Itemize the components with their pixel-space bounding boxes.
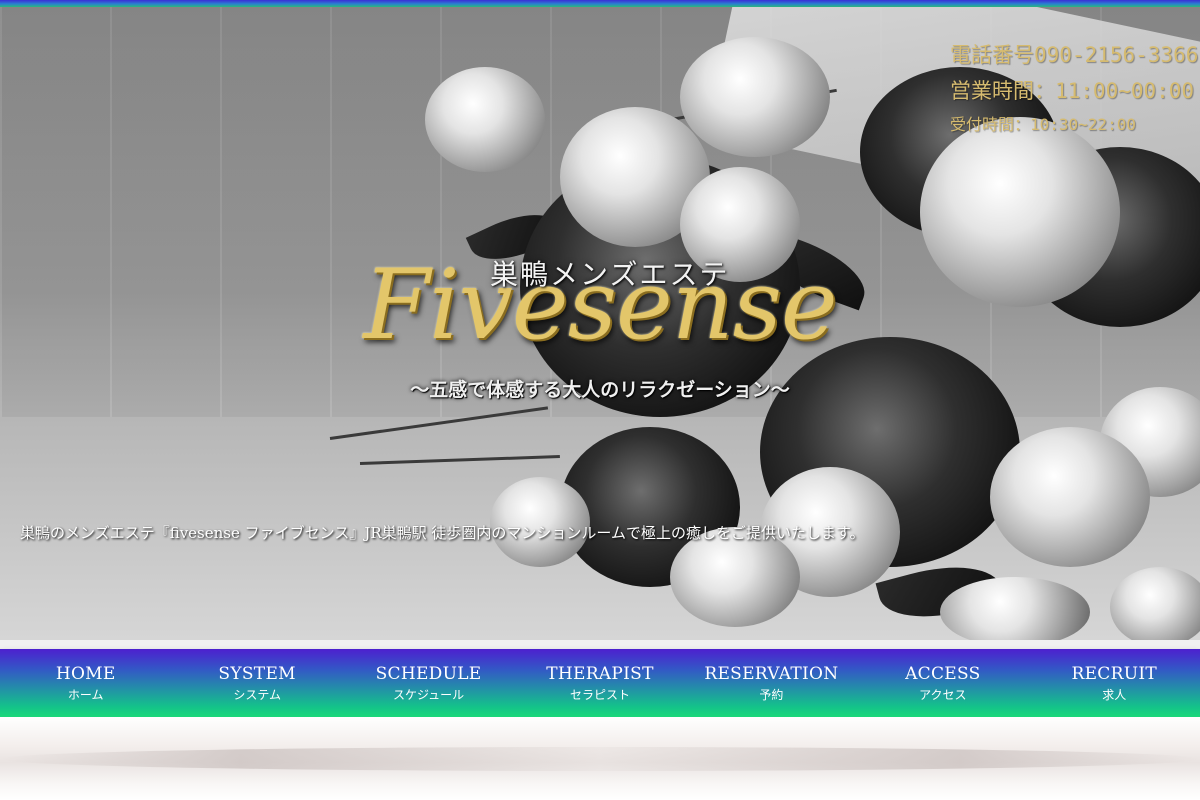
nav-item-label: SYSTEM [218, 664, 296, 685]
nav-item-label: ACCESS [905, 664, 981, 685]
nav-item-recruit[interactable]: RECRUIT 求人 [1029, 649, 1200, 717]
logo-area-text: 巣鴨メンズエステ [490, 258, 730, 291]
business-hours: 営業時間：11:00~00:00 [950, 79, 1195, 103]
nav-item-sublabel: 予約 [759, 687, 784, 702]
nav-item-sublabel: アクセス [919, 687, 967, 702]
nav-item-reservation[interactable]: RESERVATION 予約 [686, 649, 857, 717]
nav-item-label: THERAPIST [546, 664, 654, 685]
nav-item-sublabel: システム [233, 687, 281, 702]
nav-item-sublabel: ホーム [67, 687, 104, 702]
flower-light [425, 67, 545, 172]
flower-light [990, 427, 1150, 567]
nav-item-label: RESERVATION [704, 664, 839, 685]
logo-tagline: ～五感で体感する大人のリラクゼーション～ [410, 379, 790, 401]
nav-item-label: SCHEDULE [375, 664, 482, 685]
phone-number[interactable]: 電話番号090-2156-3366 [950, 39, 1198, 69]
nav-item-sublabel: スケジュール [392, 687, 465, 702]
nav-item-access[interactable]: ACCESS アクセス [857, 649, 1028, 717]
main-navigation: HOME ホーム SYSTEM システム SCHEDULE スケジュール THE… [0, 649, 1200, 717]
flower-light [1110, 567, 1200, 640]
content-background [0, 717, 1200, 800]
top-accent-strip [0, 0, 1200, 7]
nav-item-sublabel: 求人 [1102, 687, 1127, 702]
nav-item-system[interactable]: SYSTEM システム [171, 649, 342, 717]
nav-item-label: RECRUIT [1071, 664, 1157, 685]
contact-info: 電話番号090-2156-3366 営業時間：11:00~00:00 受付時間：… [950, 39, 1198, 135]
flower-light [680, 37, 830, 157]
reception-hours: 受付時間：10:30~22:00 [950, 115, 1136, 134]
nav-item-therapist[interactable]: THERAPIST セラピスト [514, 649, 685, 717]
flower-light [920, 117, 1120, 307]
nav-item-sublabel: セラピスト [569, 687, 630, 702]
nav-item-home[interactable]: HOME ホーム [0, 649, 171, 717]
nav-item-schedule[interactable]: SCHEDULE スケジュール [343, 649, 514, 717]
nav-item-label: HOME [55, 664, 116, 685]
hero-banner: Fivesense 巣鴨メンズエステ ～五感で体感する大人のリラクゼーション～ … [0, 7, 1200, 640]
flower-light [940, 577, 1090, 640]
hero-description: 巣鴨のメンズエステ『fivesense ファイブセンス』JR巣鴨駅 徒歩圏内のマ… [20, 524, 865, 542]
silk-fabric-texture [0, 747, 1200, 771]
hero-nav-divider [0, 640, 1200, 649]
site-logo[interactable]: Fivesense 巣鴨メンズエステ ～五感で体感する大人のリラクゼーション～ [320, 245, 880, 405]
